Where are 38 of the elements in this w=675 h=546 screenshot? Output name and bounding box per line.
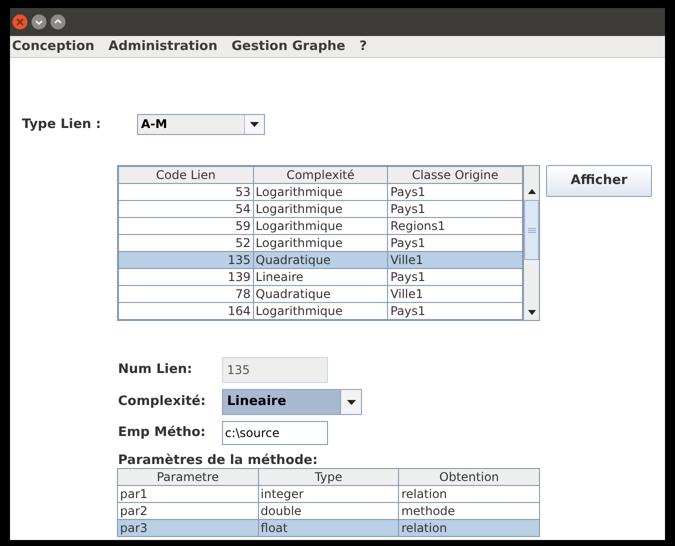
- table-row[interactable]: 164 Logarithmique Pays1: [118, 302, 522, 320]
- table-row[interactable]: par3 float relation: [118, 520, 540, 536]
- field-label: Num Lien:: [118, 361, 194, 380]
- input-field[interactable]: c:\source: [222, 421, 328, 445]
- table-row[interactable]: 59 Logarithmique Regions1: [118, 218, 522, 234]
- table-row[interactable]: 78 Quadratique Ville1: [118, 286, 522, 302]
- table-row[interactable]: 135 Quadratique Ville1: [118, 252, 522, 268]
- caret-icon: [244, 115, 264, 134]
- field-label: Complexité:: [118, 393, 207, 412]
- table-row[interactable]: 54 Logarithmique Pays1: [118, 200, 522, 218]
- table-row[interactable]: par2 double methode: [118, 502, 540, 520]
- scroll-down-icon[interactable]: [528, 310, 536, 315]
- column-header[interactable]: Code Lien: [118, 166, 254, 184]
- complexity-dropdown[interactable]: Lineaire: [222, 389, 362, 415]
- column-header[interactable]: Complexité: [253, 166, 388, 184]
- column-header[interactable]: Obtention: [398, 468, 540, 486]
- scrollbar[interactable]: [523, 166, 539, 320]
- column-header[interactable]: Parametre: [118, 468, 258, 486]
- column-header[interactable]: Classe Origine: [388, 166, 522, 184]
- scroll-thumb[interactable]: [524, 200, 539, 260]
- field-label: Type Lien :: [22, 116, 102, 134]
- table-row[interactable]: 52 Logarithmique Pays1: [118, 234, 522, 252]
- maximize-icon[interactable]: [50, 14, 66, 30]
- field-label: Emp Métho:: [118, 424, 207, 442]
- minimize-icon[interactable]: [31, 14, 47, 30]
- table-row[interactable]: par1 integer relation: [118, 486, 540, 502]
- menu-item[interactable]: ?: [359, 36, 367, 56]
- menu-item[interactable]: Gestion Graphe: [232, 36, 346, 56]
- scroll-up-icon[interactable]: [528, 189, 536, 194]
- section-title: Paramètres de la méthode:: [118, 453, 319, 468]
- afficher-button[interactable]: Afficher: [546, 165, 652, 197]
- menu-item[interactable]: Administration: [108, 36, 218, 56]
- caret-icon: [340, 390, 361, 414]
- table-row[interactable]: 53 Logarithmique Pays1: [118, 184, 522, 200]
- column-header[interactable]: Type: [258, 468, 399, 486]
- menu-item[interactable]: Conception: [12, 36, 94, 56]
- type-dropdown[interactable]: A-M: [137, 114, 265, 135]
- table-row[interactable]: 139 Lineaire Pays1: [118, 268, 522, 286]
